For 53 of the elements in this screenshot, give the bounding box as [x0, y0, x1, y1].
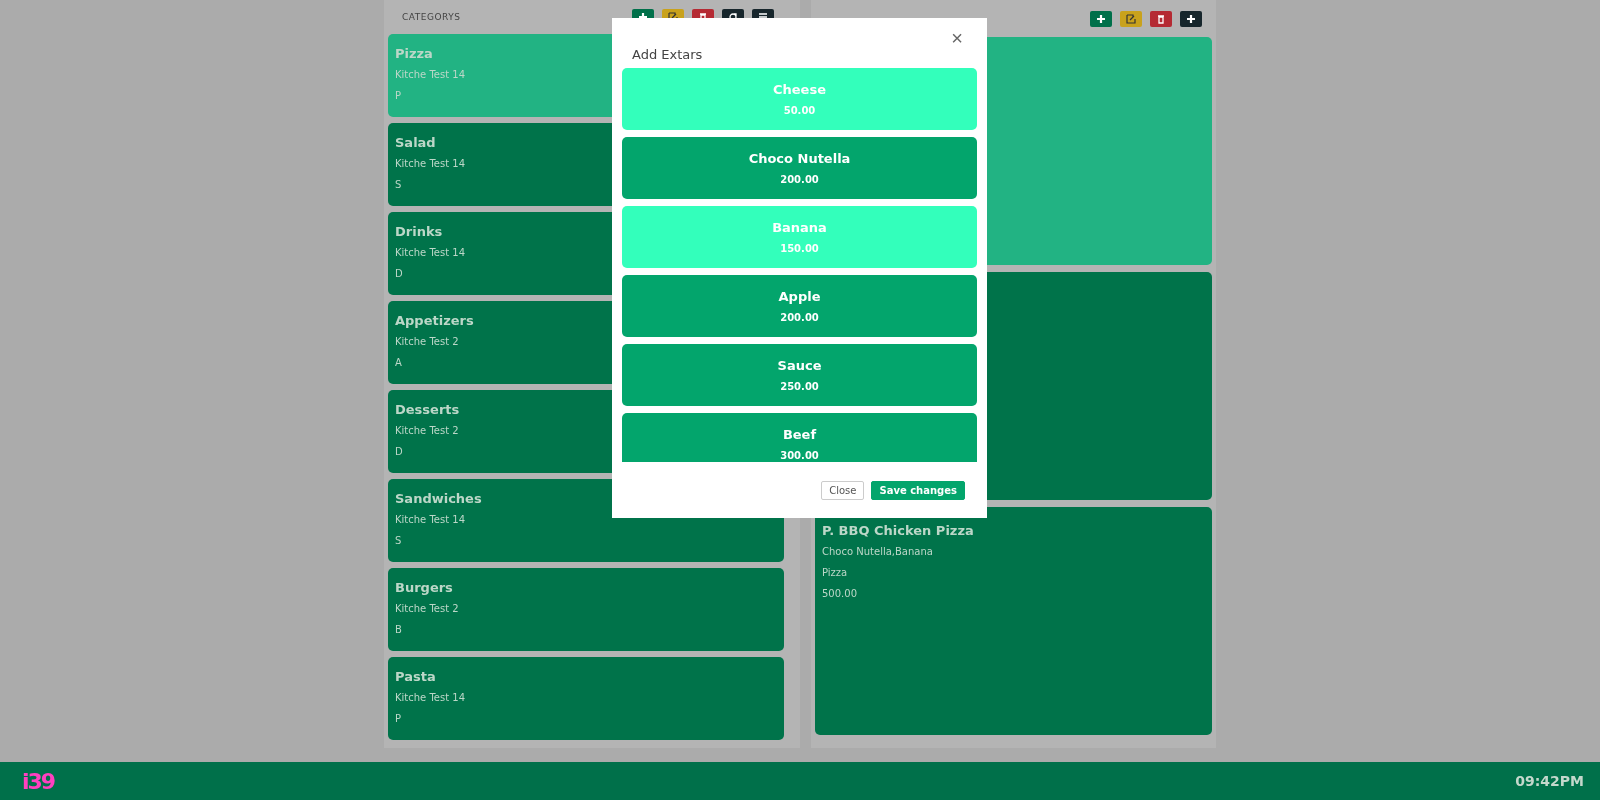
- extra-price: 50.00: [783, 105, 816, 116]
- close-button[interactable]: Close: [821, 480, 865, 500]
- category-name: Salad: [395, 135, 436, 150]
- extra-option[interactable]: Choco Nutella 200.00: [622, 137, 977, 199]
- category-name: Drinks: [395, 224, 443, 239]
- clock-time: 09:42PM: [1515, 773, 1584, 789]
- kitchen-name: Kitche Test 14: [395, 246, 466, 260]
- product-extras: Choco Nutella,Banana: [822, 545, 933, 559]
- kitchen-name: Kitche Test 2: [395, 335, 459, 349]
- category-code: A: [395, 356, 402, 370]
- extra-name: Beef: [782, 427, 817, 442]
- category-card[interactable]: Pasta Kitche Test 14 P: [388, 657, 784, 740]
- product-category: Pizza: [822, 566, 848, 580]
- category-code: P: [395, 89, 402, 103]
- add-button[interactable]: [1090, 10, 1112, 27]
- edit-button[interactable]: [1120, 10, 1142, 27]
- extra-option[interactable]: Sauce 250.00: [622, 344, 977, 406]
- category-code: S: [395, 534, 402, 548]
- kitchen-name: Kitche Test 14: [395, 68, 466, 82]
- kitchen-name: Kitche Test 14: [395, 513, 466, 527]
- plus-icon: [1186, 13, 1196, 24]
- kitchen-name: Kitche Test 2: [395, 424, 459, 438]
- category-code: D: [395, 445, 403, 459]
- category-name: Desserts: [395, 402, 460, 417]
- save-button[interactable]: Save changes: [871, 480, 965, 500]
- category-name: Pizza: [395, 46, 433, 61]
- plus-icon: [1096, 13, 1106, 24]
- category-code: D: [395, 267, 403, 281]
- logo: i39: [22, 768, 55, 794]
- category-name: Burgers: [395, 580, 453, 595]
- product-price: 500.00: [822, 587, 857, 601]
- delete-button[interactable]: [1150, 10, 1172, 27]
- category-code: B: [395, 623, 402, 637]
- edit-icon: [1126, 13, 1136, 24]
- extra-price: 250.00: [780, 381, 819, 392]
- category-name: Pasta: [395, 669, 436, 684]
- product-card[interactable]: P. BBQ Chicken Pizza Choco Nutella,Banana Pizza 500.00: [815, 507, 1212, 735]
- kitchen-name: Kitche Test 14: [395, 157, 466, 171]
- dialog-title: Add Extars: [632, 47, 703, 62]
- category-name: Appetizers: [395, 313, 474, 328]
- kitchen-name: Kitche Test 14: [395, 691, 466, 705]
- panel-title: CATEGORYS: [402, 12, 461, 22]
- kitchen-name: Kitche Test 2: [395, 602, 459, 616]
- category-name: Sandwiches: [395, 491, 482, 506]
- close-button[interactable]: ×: [951, 28, 963, 48]
- category-code: S: [395, 178, 402, 192]
- add-button[interactable]: [1180, 10, 1202, 27]
- category-card[interactable]: Burgers Kitche Test 2 B: [388, 568, 784, 651]
- trash-icon: [1156, 13, 1166, 24]
- product-name: P. BBQ Chicken Pizza: [822, 523, 974, 538]
- extra-option[interactable]: Beef 300.00: [622, 413, 977, 462]
- extra-option[interactable]: Apple 200.00: [622, 275, 977, 337]
- category-code: P: [395, 712, 402, 726]
